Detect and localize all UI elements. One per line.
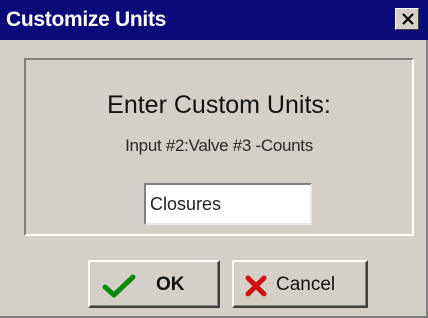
units-panel: Enter Custom Units: Input #2:Valve #3 -C… — [24, 58, 414, 236]
input-description: Input #2:Valve #3 -Counts — [125, 136, 313, 155]
ok-button[interactable]: OK — [88, 260, 220, 308]
cancel-label: Cancel — [276, 274, 336, 295]
close-button[interactable] — [395, 8, 419, 30]
cancel-button[interactable]: Cancel — [232, 260, 368, 308]
dialog-heading: Enter Custom Units: — [107, 91, 331, 119]
x-icon — [245, 275, 267, 297]
checkmark-icon — [102, 274, 136, 298]
customize-units-dialog: Customize Units Enter Custom Units: Inpu… — [0, 0, 428, 318]
units-input[interactable] — [144, 183, 312, 225]
title-bar[interactable]: Customize Units — [0, 0, 428, 40]
ok-label: OK — [156, 274, 185, 295]
close-icon — [402, 13, 414, 25]
window-title: Customize Units — [6, 8, 167, 31]
